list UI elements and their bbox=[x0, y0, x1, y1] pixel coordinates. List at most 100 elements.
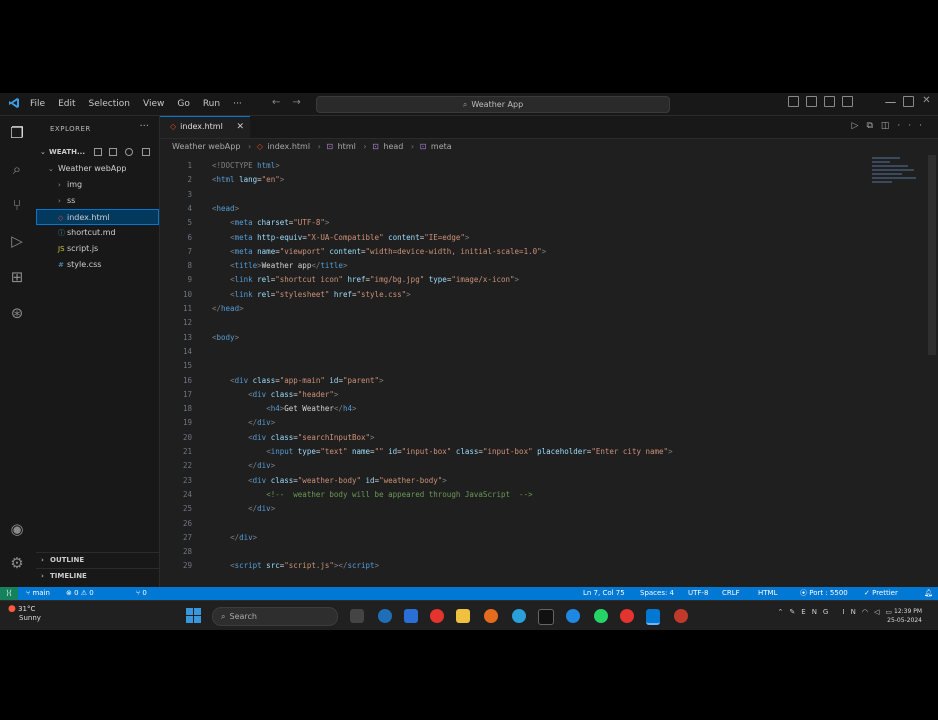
tab-index-html[interactable]: ◇ index.html ✕ bbox=[160, 116, 250, 138]
code-editor[interactable]: 1 <!DOCTYPE html> 2 <html lang="en"> 3 4 <head… bbox=[160, 155, 870, 587]
ports-indicator[interactable]: ⑂ 0 bbox=[136, 587, 147, 600]
breadcrumb-item[interactable]: head bbox=[383, 142, 403, 151]
menu-item[interactable]: Go bbox=[177, 99, 189, 109]
maximize-icon[interactable] bbox=[903, 96, 914, 107]
terminal-icon[interactable] bbox=[538, 609, 554, 625]
code-line[interactable]: 28 bbox=[160, 545, 870, 559]
run-icon[interactable]: ▷ bbox=[852, 121, 867, 131]
chevron-up-icon[interactable]: ⌃ bbox=[778, 608, 790, 616]
customize-layout-icon[interactable] bbox=[842, 96, 853, 107]
file-explorer-icon[interactable] bbox=[456, 609, 470, 623]
source-control-icon[interactable]: ⑂ bbox=[8, 196, 26, 214]
code-line[interactable]: 8 <title>Weather app</title> bbox=[160, 259, 870, 273]
chrome-alt-icon[interactable] bbox=[620, 609, 634, 623]
minimize-icon[interactable] bbox=[885, 96, 896, 103]
code-line[interactable]: 19 </div> bbox=[160, 416, 870, 430]
navigation-arrows[interactable]: ←→ bbox=[272, 97, 313, 108]
code-line[interactable]: 16 <div class="app-main" id="parent"> bbox=[160, 374, 870, 388]
close-window-icon[interactable]: ✕ bbox=[921, 96, 932, 107]
remote-indicator-icon[interactable]: ⟩⟨ bbox=[0, 587, 18, 600]
menu-item[interactable]: Run bbox=[203, 99, 220, 109]
code-line[interactable]: 26 bbox=[160, 517, 870, 531]
back-arrow-icon[interactable]: ← bbox=[272, 97, 292, 108]
code-line[interactable]: 1 <!DOCTYPE html> bbox=[160, 159, 870, 173]
encoding[interactable]: UTF-8 bbox=[688, 587, 708, 600]
code-line[interactable]: 27 </div> bbox=[160, 531, 870, 545]
code-line[interactable]: 13 <body> bbox=[160, 331, 870, 345]
end-of-line[interactable]: CRLF bbox=[722, 587, 740, 600]
pen-icon[interactable]: ✎ bbox=[789, 608, 801, 616]
outline-section[interactable]: › OUTLINE bbox=[36, 552, 159, 567]
code-line[interactable]: 23 <div class="weather-body" id="weather… bbox=[160, 474, 870, 488]
weather-widget[interactable]: ● 31°C Sunny bbox=[8, 605, 41, 623]
code-line[interactable]: 18 <h4>Get Weather</h4> bbox=[160, 402, 870, 416]
task-view-icon[interactable] bbox=[350, 609, 364, 623]
account-icon[interactable]: ◉ bbox=[8, 520, 26, 538]
code-line[interactable]: 22 </div> bbox=[160, 459, 870, 473]
code-line[interactable]: 14 bbox=[160, 345, 870, 359]
code-line[interactable]: 9 <link rel="shortcut icon" href="img/bg… bbox=[160, 273, 870, 287]
tree-item-ss[interactable]: › ss bbox=[36, 193, 159, 209]
branch-indicator[interactable]: ⑂ main bbox=[26, 587, 50, 600]
settings-gear-icon[interactable]: ⚙ bbox=[8, 554, 26, 572]
vertical-scrollbar[interactable] bbox=[928, 155, 936, 355]
code-line[interactable]: 25 </div> bbox=[160, 502, 870, 516]
cursor-position[interactable]: Ln 7, Col 75 bbox=[583, 587, 625, 600]
problems-indicator[interactable]: ⊗ 0 ⚠ 0 bbox=[66, 587, 94, 600]
tree-item-index-html[interactable]: ◇ index.html bbox=[36, 209, 159, 225]
menu-item[interactable]: File bbox=[30, 99, 45, 109]
menu-item[interactable]: ··· bbox=[233, 99, 242, 109]
code-line[interactable]: 17 <div class="header"> bbox=[160, 388, 870, 402]
wifi-icon[interactable]: ◠ bbox=[862, 608, 874, 616]
language-indicator[interactable]: ENG IN bbox=[801, 608, 862, 616]
more-actions-icon[interactable]: ··· bbox=[139, 121, 149, 132]
code-line[interactable]: 4 <head> bbox=[160, 202, 870, 216]
search-view-icon[interactable]: ⌕ bbox=[8, 160, 26, 178]
system-clock[interactable]: 12:39 PM 25-05-2024 bbox=[887, 607, 922, 625]
whatsapp-icon[interactable] bbox=[594, 609, 608, 623]
app-icon[interactable] bbox=[674, 609, 688, 623]
code-line[interactable]: 24 <!-- weather body will be appeared th… bbox=[160, 488, 870, 502]
close-tab-icon[interactable]: ✕ bbox=[236, 117, 244, 137]
refresh-icon[interactable] bbox=[125, 148, 133, 156]
explorer-icon[interactable]: ❐ bbox=[8, 124, 26, 142]
tree-item-img[interactable]: › img bbox=[36, 177, 159, 193]
code-line[interactable]: 21 <input type="text" name="" id="input-… bbox=[160, 445, 870, 459]
forward-arrow-icon[interactable]: → bbox=[292, 97, 312, 108]
tree-item-style-css[interactable]: # style.css bbox=[36, 257, 159, 273]
code-line[interactable]: 15 bbox=[160, 359, 870, 373]
prettier-indicator[interactable]: ✓ Prettier bbox=[864, 587, 898, 600]
command-center-search[interactable]: ⌕ Weather App bbox=[316, 96, 670, 113]
code-line[interactable]: 7 <meta name="viewport" content="width=d… bbox=[160, 245, 870, 259]
extensions-icon[interactable]: ⊞ bbox=[8, 268, 26, 286]
menu-item[interactable]: Edit bbox=[58, 99, 75, 109]
edge-icon[interactable] bbox=[566, 609, 580, 623]
app-icon[interactable] bbox=[404, 609, 418, 623]
toggle-panel-icon[interactable] bbox=[806, 96, 817, 107]
firefox-icon[interactable] bbox=[484, 609, 498, 623]
menu-item[interactable]: View bbox=[143, 99, 164, 109]
language-mode[interactable]: HTML bbox=[758, 587, 777, 600]
live-server-port[interactable]: ⦿ Port : 5500 bbox=[800, 587, 848, 600]
project-folder[interactable]: ⌄ Weather webApp bbox=[36, 161, 159, 177]
more-actions-icon[interactable]: ··· bbox=[897, 121, 930, 131]
toggle-secondary-sidebar-icon[interactable] bbox=[824, 96, 835, 107]
code-line[interactable]: 10 <link rel="stylesheet" href="style.cs… bbox=[160, 288, 870, 302]
taskbar-search-box[interactable]: ⌕ Search bbox=[212, 607, 338, 626]
code-line[interactable]: 6 <meta http-equiv="X-UA-Compatible" con… bbox=[160, 231, 870, 245]
code-line[interactable]: 11 </head> bbox=[160, 302, 870, 316]
volume-icon[interactable]: ◁ bbox=[874, 608, 885, 616]
telegram-icon[interactable] bbox=[512, 609, 526, 623]
menu-item[interactable]: Selection bbox=[89, 99, 130, 109]
notifications-bell-icon[interactable]: 🔔︎ bbox=[924, 587, 933, 600]
collapse-all-icon[interactable] bbox=[142, 148, 150, 156]
workspace-section[interactable]: ⌄ WEATH... bbox=[36, 145, 159, 159]
code-line[interactable]: 2 <html lang="en"> bbox=[160, 173, 870, 187]
breadcrumb-item[interactable]: html bbox=[338, 142, 356, 151]
code-line[interactable]: 5 <meta charset="UTF-8"> bbox=[160, 216, 870, 230]
indentation[interactable]: Spaces: 4 bbox=[640, 587, 674, 600]
breadcrumb-item[interactable]: meta bbox=[431, 142, 452, 151]
breadcrumb-item[interactable]: Weather webApp bbox=[172, 142, 240, 151]
chrome-icon[interactable] bbox=[430, 609, 444, 623]
windows-start-icon[interactable] bbox=[186, 608, 202, 624]
